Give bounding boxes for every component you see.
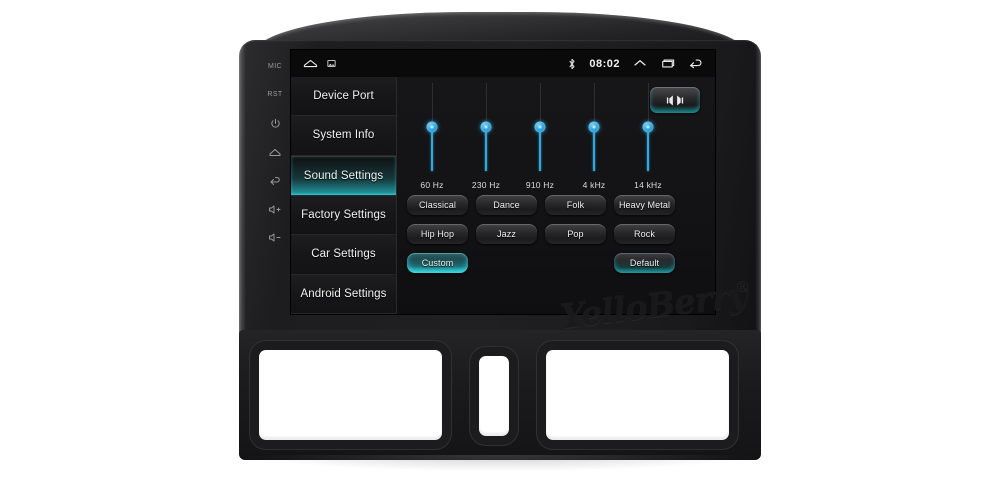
home-icon[interactable] (303, 58, 318, 69)
screen-content: Device Port System Info Sound Settings F… (291, 77, 715, 314)
sidebar-item-label: Car Settings (311, 248, 376, 261)
sidebar-item-sound-settings[interactable]: Sound Settings (291, 155, 396, 196)
sidebar-item-device-port[interactable]: Device Port (291, 77, 396, 117)
sidebar-item-label: Factory Settings (301, 209, 386, 222)
sidebar-item-label: System Info (312, 129, 375, 142)
back-icon[interactable] (262, 166, 288, 195)
preset-default-button[interactable]: Default (614, 253, 675, 273)
bluetooth-icon (568, 58, 576, 70)
preset-row: Hip Hop Jazz Pop Rock (407, 224, 685, 244)
preset-spacer (476, 253, 537, 273)
sidebar-item-label: Sound Settings (303, 169, 384, 182)
volume-up-icon[interactable] (262, 195, 288, 224)
preset-folk-button[interactable]: Folk (545, 195, 606, 215)
lcd-screen: 08:02 Device Port System Info Sound Sett… (291, 50, 715, 314)
eq-band-label: 4 kHz (582, 180, 606, 190)
hardware-key-column: MIC RST (262, 52, 288, 252)
slider-fill (647, 127, 649, 171)
product-photo-stage: MIC RST 08:02 Device Port System Info So… (0, 0, 1000, 500)
preset-jazz-button[interactable]: Jazz (476, 224, 537, 244)
slider-fill (593, 127, 595, 171)
equalizer-bands: 60 Hz 230 Hz 910 Hz 4 kHz 14 kHz (405, 79, 675, 190)
eq-slider[interactable] (480, 83, 492, 171)
eq-slider[interactable] (642, 83, 654, 171)
vent-cutout-center (479, 356, 509, 436)
preset-row: Classical Dance Folk Heavy Metal (407, 195, 685, 215)
slider-fill (431, 127, 433, 171)
preset-classical-button[interactable]: Classical (407, 195, 468, 215)
status-clock: 08:02 (589, 57, 620, 70)
caret-up-icon[interactable] (633, 58, 647, 69)
settings-sidebar: Device Port System Info Sound Settings F… (291, 77, 397, 314)
preset-hip-hop-button[interactable]: Hip Hop (407, 224, 468, 244)
sidebar-item-car-settings[interactable]: Car Settings (291, 235, 396, 275)
eq-band-label: 910 Hz (525, 180, 555, 190)
recents-icon[interactable] (660, 58, 675, 69)
preset-heavy-metal-button[interactable]: Heavy Metal (614, 195, 675, 215)
eq-slider[interactable] (588, 83, 600, 171)
power-icon[interactable] (262, 109, 288, 138)
preset-spacer (545, 253, 606, 273)
sidebar-item-system-info[interactable]: System Info (291, 116, 396, 156)
sidebar-item-android-settings[interactable]: Android Settings (291, 274, 396, 314)
slider-fill (485, 127, 487, 171)
eq-band-60hz: 60 Hz (405, 79, 459, 190)
eq-band-4khz: 4 kHz (567, 79, 621, 190)
volume-down-icon[interactable] (262, 223, 288, 252)
sound-settings-panel: 60 Hz 230 Hz 910 Hz 4 kHz 14 kHz Classic… (397, 77, 715, 314)
preset-row: Custom Default (407, 253, 685, 273)
eq-preset-grid: Classical Dance Folk Heavy Metal Hip Hop… (407, 195, 685, 282)
eq-slider[interactable] (534, 83, 546, 171)
sidebar-item-factory-settings[interactable]: Factory Settings (291, 195, 396, 236)
sidebar-item-label: Device Port (313, 90, 374, 103)
slider-thumb[interactable] (588, 121, 600, 133)
preset-custom-button[interactable]: Custom (407, 253, 468, 273)
eq-slider[interactable] (426, 83, 438, 171)
screenshot-icon[interactable] (327, 59, 336, 68)
preset-dance-button[interactable]: Dance (476, 195, 537, 215)
eq-band-label: 230 Hz (471, 180, 501, 190)
slider-thumb[interactable] (426, 121, 438, 133)
eq-band-14khz: 14 kHz (621, 79, 675, 190)
android-status-bar: 08:02 (291, 50, 715, 77)
sidebar-item-label: Android Settings (300, 287, 387, 300)
dashboard-trim-frame (239, 330, 761, 460)
slider-thumb[interactable] (642, 121, 654, 133)
slider-thumb[interactable] (534, 121, 546, 133)
equalizer: 60 Hz 230 Hz 910 Hz 4 kHz 14 kHz (405, 79, 675, 190)
vent-cutout-left (259, 350, 442, 440)
preset-rock-button[interactable]: Rock (614, 224, 675, 244)
eq-band-label: 14 kHz (634, 180, 662, 190)
mic-label: MIC (267, 62, 283, 70)
preset-pop-button[interactable]: Pop (545, 224, 606, 244)
eq-band-230hz: 230 Hz (459, 79, 513, 190)
drop-shadow (255, 455, 745, 471)
slider-thumb[interactable] (480, 121, 492, 133)
reset-label: RST (267, 91, 283, 99)
slider-fill (539, 127, 541, 171)
home-icon[interactable] (262, 138, 288, 167)
vent-cutout-right (546, 350, 729, 440)
eq-band-910hz: 910 Hz (513, 79, 567, 190)
back-icon[interactable] (688, 58, 703, 69)
eq-band-label: 60 Hz (420, 180, 444, 190)
